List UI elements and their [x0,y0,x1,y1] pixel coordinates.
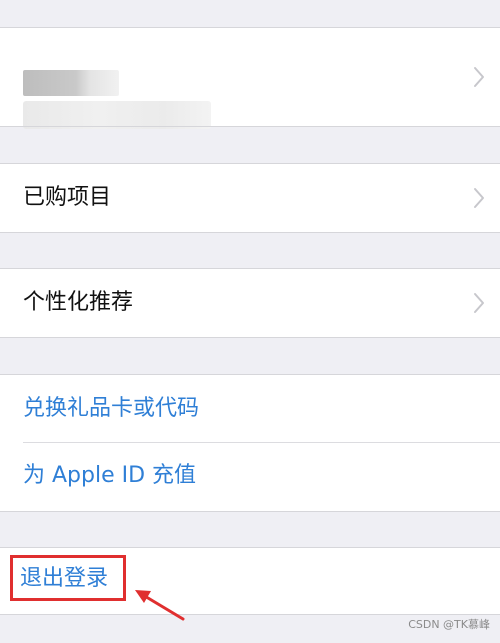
account-row[interactable] [0,28,500,129]
highlight-box [10,555,126,601]
gift-group: 兑换礼品卡或代码 为 Apple ID 充值 [0,375,500,511]
separator [0,614,500,615]
redeem-gift-card-label: 兑换礼品卡或代码 [23,396,200,421]
chevron-right-icon [474,67,484,87]
chevron-right-icon [474,188,484,208]
separator [0,337,500,338]
separator [0,511,500,512]
account-email-blurred [23,101,211,129]
redeem-gift-card-link[interactable]: 兑换礼品卡或代码 [0,375,500,442]
red-arrow-icon [135,590,185,621]
purchased-row[interactable]: 已购项目 [0,164,500,232]
separator [0,126,500,127]
separator [0,232,500,233]
personalized-row[interactable]: 个性化推荐 [0,269,500,337]
top-up-apple-id-label: 为 Apple ID 充值 [23,463,197,488]
purchased-label: 已购项目 [23,185,112,210]
watermark: CSDN @TK慕峰 [408,618,490,631]
personalized-label: 个性化推荐 [23,290,134,315]
account-name-blurred [23,70,119,96]
top-up-apple-id-link[interactable]: 为 Apple ID 充值 [0,443,500,511]
chevron-right-icon [474,293,484,313]
